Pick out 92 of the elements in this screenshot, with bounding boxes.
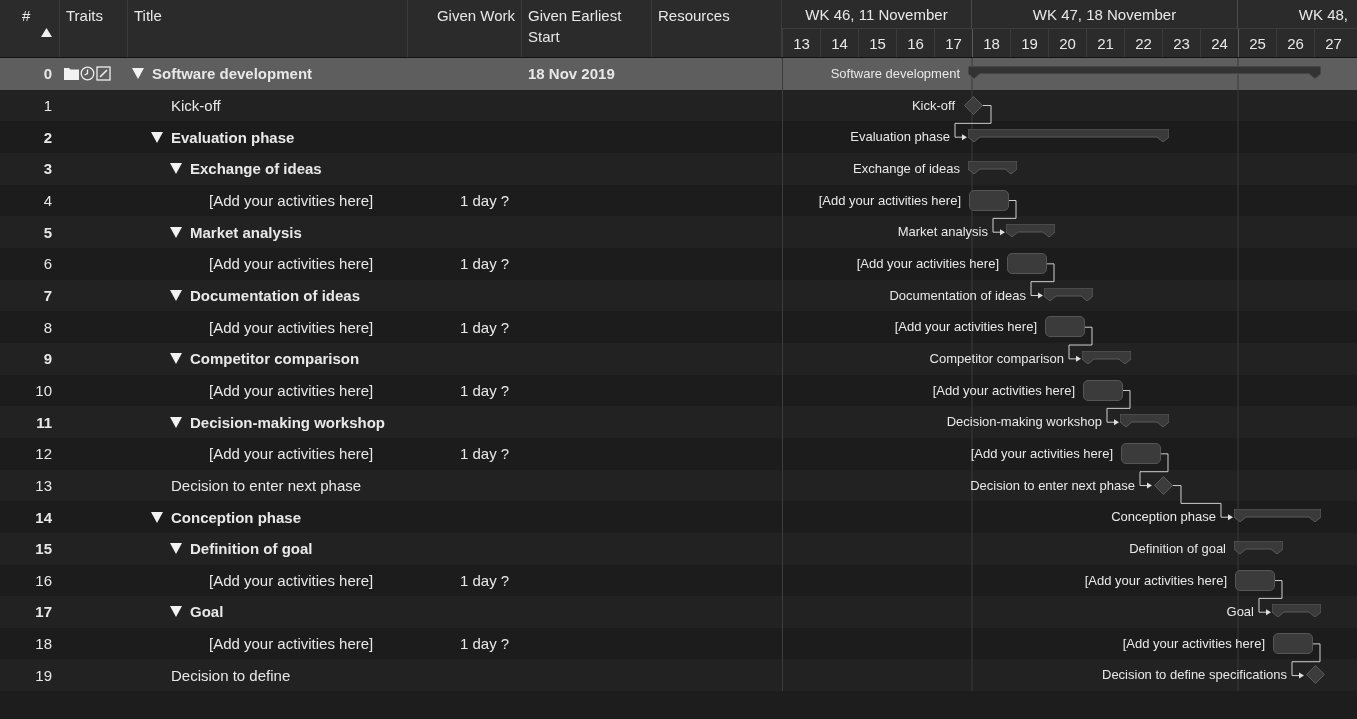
- column-header[interactable]: Title: [134, 5, 401, 26]
- task-title: Decision-making workshop: [190, 413, 386, 431]
- gantt-label: Goal: [1226, 603, 1254, 621]
- row-number: 15: [35, 540, 52, 558]
- given-work: 1 day ?: [460, 445, 510, 463]
- day-label: 27: [1314, 29, 1352, 57]
- column-header[interactable]: Traits: [66, 5, 121, 26]
- week-label: WK 48,: [1298, 5, 1348, 23]
- day-label: 25: [1238, 29, 1276, 57]
- task-title: [Add your activities here]: [209, 635, 374, 653]
- gantt-label: Kick-off: [911, 96, 955, 114]
- row-number: 17: [35, 603, 52, 621]
- day-label: 18: [972, 29, 1010, 57]
- row-number: 4: [43, 191, 52, 209]
- day-label: 17: [934, 29, 972, 57]
- given-work: 1 day ?: [460, 255, 510, 273]
- task-title: Documentation of ideas: [190, 286, 361, 304]
- given-work: 1 day ?: [460, 191, 510, 209]
- day-label: 16: [896, 29, 934, 57]
- row-number: 14: [35, 508, 52, 526]
- row-number: 6: [43, 255, 52, 273]
- gantt-label: [Add your activities here]: [856, 254, 999, 272]
- day-label: 21: [1086, 29, 1124, 57]
- task-title: Definition of goal: [190, 540, 313, 558]
- row-number: 1: [43, 97, 52, 114]
- gantt-label: Decision-making workshop: [946, 413, 1102, 431]
- task-title: Decision to enter next phase: [171, 476, 362, 494]
- row-number: 9: [43, 350, 52, 368]
- day-label: 26: [1276, 29, 1314, 57]
- task-title: [Add your activities here]: [209, 255, 374, 273]
- earliest-start: 18 Nov 2019: [528, 65, 615, 83]
- task-title: Decision to define: [171, 666, 291, 684]
- task-title: Competitor comparison: [190, 350, 360, 368]
- task-title: Conception phase: [171, 508, 301, 526]
- week-label: WK 47, 18 November: [1032, 5, 1177, 23]
- row-number: 11: [36, 413, 52, 431]
- day-label: 22: [1124, 29, 1162, 57]
- day-label: 23: [1162, 29, 1200, 57]
- row-number: 3: [43, 160, 52, 178]
- column-header[interactable]: Resources: [658, 5, 775, 26]
- task-title: Software development: [152, 65, 313, 83]
- day-label: 24: [1200, 29, 1238, 57]
- row-number: 0: [43, 65, 52, 83]
- task-title: Exchange of ideas: [190, 160, 322, 178]
- given-work: 1 day ?: [460, 318, 510, 336]
- gantt-label: [Add your activities here]: [932, 381, 1075, 399]
- task-title: [Add your activities here]: [209, 318, 374, 336]
- task-title: Goal: [190, 603, 224, 621]
- task-title: [Add your activities here]: [209, 571, 374, 589]
- week-label: WK 46, 11 November: [805, 5, 948, 23]
- gantt-label: Evaluation phase: [850, 128, 950, 146]
- gantt-label: [Add your activities here]: [894, 318, 1037, 336]
- gantt-label: [Add your activities here]: [970, 444, 1113, 462]
- column-header[interactable]: Given Work: [414, 5, 515, 26]
- row-number: 19: [35, 666, 52, 684]
- gantt-label: Decision to define specifications: [1102, 666, 1287, 684]
- row-number: 5: [43, 223, 52, 241]
- gantt-label: [Add your activities here]: [1122, 634, 1265, 652]
- gantt-label: Decision to enter next phase: [970, 476, 1135, 494]
- day-label: 20: [1048, 29, 1086, 57]
- gantt-label: Conception phase: [1111, 508, 1216, 526]
- gantt-label: [Add your activities here]: [1084, 571, 1227, 589]
- gantt-label: Software development: [830, 65, 960, 82]
- given-work: 1 day ?: [460, 381, 510, 399]
- task-title: [Add your activities here]: [209, 191, 374, 209]
- row-number: 12: [35, 445, 52, 463]
- task-title: [Add your activities here]: [209, 381, 374, 399]
- row-number: 8: [43, 318, 52, 336]
- row-number: 18: [35, 635, 52, 653]
- gantt-label: Definition of goal: [1129, 539, 1226, 557]
- gantt-label: Documentation of ideas: [889, 286, 1026, 304]
- task-title: Market analysis: [190, 223, 302, 241]
- day-label: 19: [1010, 29, 1048, 57]
- given-work: 1 day ?: [460, 571, 510, 589]
- day-label: 15: [858, 29, 896, 57]
- gantt-label: Competitor comparison: [929, 349, 1064, 367]
- day-label: 13: [782, 29, 820, 57]
- day-label: 14: [820, 29, 858, 57]
- gantt-label: [Add your activities here]: [818, 191, 961, 209]
- given-work: 1 day ?: [460, 635, 510, 653]
- task-title: Kick-off: [171, 97, 221, 114]
- column-header[interactable]: Given Earliest Start: [528, 5, 645, 47]
- row-number: 13: [35, 476, 52, 494]
- row-number: 7: [43, 286, 52, 304]
- row-number: 10: [35, 381, 52, 399]
- gantt-label: Exchange of ideas: [853, 159, 960, 177]
- task-title: [Add your activities here]: [209, 445, 374, 463]
- task-title: Evaluation phase: [171, 128, 295, 146]
- row-number: 2: [43, 128, 52, 146]
- row-number: 16: [35, 571, 52, 589]
- column-header[interactable]: #: [22, 5, 53, 26]
- gantt-label: Market analysis: [897, 223, 988, 241]
